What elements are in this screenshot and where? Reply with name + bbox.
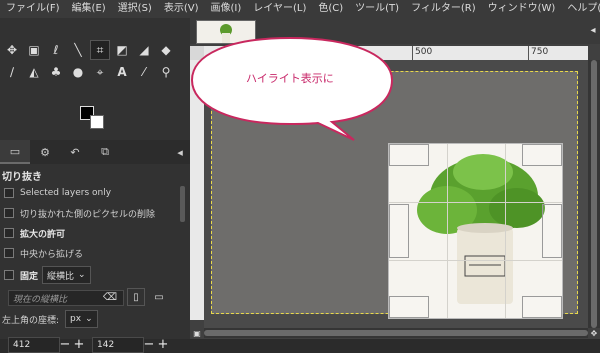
pos-y-value: 142 — [97, 340, 115, 350]
callout-text: ハイライト表示に — [246, 72, 334, 85]
pos-x-input[interactable]: 412 — [8, 337, 60, 353]
callout-shape — [190, 36, 394, 141]
pos-x-value: 412 — [13, 340, 31, 350]
callout-bubble — [190, 36, 394, 141]
pos-y-input[interactable]: 142 — [92, 337, 144, 353]
